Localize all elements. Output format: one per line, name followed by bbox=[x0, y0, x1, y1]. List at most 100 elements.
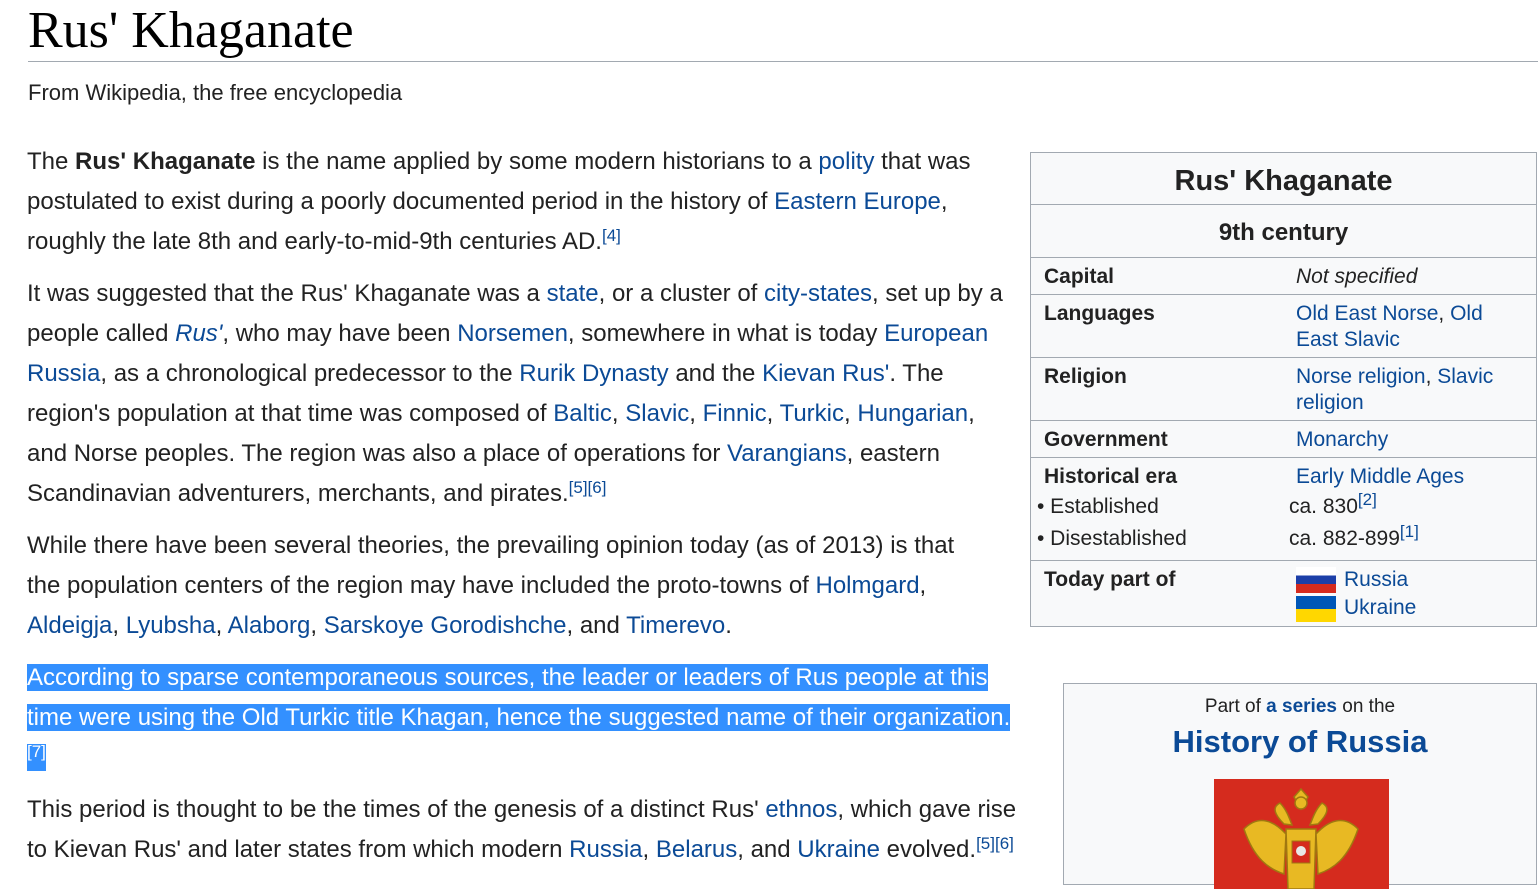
link-series[interactable]: a series bbox=[1266, 696, 1337, 717]
series-navbox: Part of a series on the History of Russi… bbox=[1063, 683, 1537, 890]
established-label: • Established bbox=[1037, 495, 1159, 518]
double-headed-eagle-icon bbox=[1243, 787, 1359, 890]
separator: , bbox=[611, 400, 626, 427]
link-russia[interactable]: Russia bbox=[569, 836, 642, 863]
ukraine-flag-icon[interactable] bbox=[1296, 595, 1336, 622]
citation-4[interactable]: [4] bbox=[602, 226, 621, 245]
series-caption: Part of a series on the bbox=[1064, 696, 1536, 718]
link-early-middle-ages[interactable]: Early Middle Ages bbox=[1296, 465, 1464, 488]
link-polity[interactable]: polity bbox=[818, 148, 874, 175]
link-holmgard[interactable]: Holmgard bbox=[816, 572, 920, 599]
separator: , bbox=[844, 400, 858, 427]
link-hungarian[interactable]: Hungarian bbox=[857, 400, 968, 427]
link-ukraine[interactable]: Ukraine bbox=[797, 836, 880, 863]
paragraph-khagan-title-selected[interactable]: According to sparse contemporaneous sour… bbox=[27, 658, 1017, 778]
link-timerevo[interactable]: Timerevo bbox=[626, 612, 725, 639]
separator: , bbox=[919, 572, 927, 599]
link-ethnos[interactable]: ethnos bbox=[765, 796, 837, 823]
citation-2[interactable]: [2] bbox=[1358, 490, 1377, 509]
separator: , bbox=[1438, 302, 1451, 325]
infobox-row-government: Government Monarchy bbox=[1031, 421, 1536, 458]
series-title: History of Russia bbox=[1064, 724, 1536, 760]
link-alaborg[interactable]: Alaborg bbox=[228, 612, 311, 639]
link-eastern-europe[interactable]: Eastern Europe bbox=[774, 188, 941, 215]
page-title: Rus' Khaganate bbox=[28, 2, 354, 59]
text: According to sparse contemporaneous sour… bbox=[27, 664, 1011, 731]
link-old-east-norse[interactable]: Old East Norse bbox=[1296, 302, 1438, 325]
disestablished-label: • Disestablished bbox=[1037, 527, 1187, 550]
link-rus[interactable]: Rus' bbox=[175, 320, 222, 347]
infobox-subtitle: 9th century bbox=[1031, 205, 1536, 258]
citation-5[interactable]: [5] bbox=[976, 834, 995, 853]
text: This period is thought to be the times o… bbox=[27, 796, 766, 823]
text: and the bbox=[668, 360, 763, 387]
citation-6[interactable]: [6] bbox=[588, 478, 607, 497]
paragraph-genesis: This period is thought to be the times o… bbox=[27, 790, 1039, 870]
text: , who may have been bbox=[222, 320, 458, 347]
link-aldeigja[interactable]: Aldeigja bbox=[27, 612, 112, 639]
link-sarskoye-gorodishche[interactable]: Sarskoye Gorodishche bbox=[324, 612, 567, 639]
separator: , bbox=[689, 400, 703, 427]
text: , somewhere in what is today bbox=[567, 320, 885, 347]
infobox-label: Religion bbox=[1044, 365, 1127, 388]
infobox-value: ca. 882-899[1] bbox=[1289, 523, 1536, 552]
citation-5[interactable]: [5] bbox=[569, 478, 588, 497]
separator: , bbox=[112, 612, 126, 639]
link-history-of-russia[interactable]: History of Russia bbox=[1173, 724, 1428, 759]
text: on the bbox=[1336, 696, 1396, 717]
text: , and bbox=[737, 836, 798, 863]
link-baltic[interactable]: Baltic bbox=[553, 400, 612, 427]
infobox-label: Capital bbox=[1044, 265, 1115, 288]
link-varangians[interactable]: Varangians bbox=[727, 440, 847, 467]
infobox-label: Languages bbox=[1044, 302, 1155, 325]
text: is the name applied by some modern histo… bbox=[255, 148, 819, 175]
infobox-row-languages: Languages Old East Norse, Old East Slavi… bbox=[1031, 295, 1536, 358]
citation-1[interactable]: [1] bbox=[1400, 522, 1419, 541]
infobox-label: Government bbox=[1044, 428, 1168, 451]
selected-text[interactable]: According to sparse contemporaneous sour… bbox=[27, 664, 1011, 771]
text: Part of bbox=[1204, 696, 1267, 717]
separator: , bbox=[310, 612, 324, 639]
link-today-ukraine[interactable]: Ukraine bbox=[1344, 596, 1416, 619]
link-norsemen[interactable]: Norsemen bbox=[457, 320, 568, 347]
text: It was suggested that the Rus' Khaganate… bbox=[27, 280, 547, 307]
established-value: ca. 830 bbox=[1289, 495, 1358, 518]
text: The bbox=[27, 148, 76, 175]
paragraph-intro: The Rus' Khaganate is the name applied b… bbox=[27, 142, 1002, 262]
infobox-value: Not specified bbox=[1296, 264, 1536, 290]
link-kievan-rus[interactable]: Kievan Rus' bbox=[762, 360, 889, 387]
separator: , bbox=[766, 400, 780, 427]
citation-6[interactable]: [6] bbox=[995, 834, 1014, 853]
article-body: The Rus' Khaganate is the name applied b… bbox=[27, 142, 1039, 882]
title-divider bbox=[28, 61, 1538, 62]
disestablished-value: ca. 882-899 bbox=[1289, 527, 1400, 550]
infobox-label: Historical era bbox=[1044, 465, 1178, 488]
link-belarus[interactable]: Belarus bbox=[656, 836, 737, 863]
citation-7[interactable]: [7] bbox=[27, 742, 46, 761]
link-rurik-dynasty[interactable]: Rurik Dynasty bbox=[519, 360, 668, 387]
link-state[interactable]: state bbox=[547, 280, 599, 307]
infobox-title: Rus' Khaganate bbox=[1031, 153, 1536, 205]
link-slavic[interactable]: Slavic bbox=[625, 400, 689, 427]
link-turkic[interactable]: Turkic bbox=[780, 400, 844, 427]
separator: , bbox=[642, 836, 656, 863]
paragraph-origins: It was suggested that the Rus' Khaganate… bbox=[27, 274, 1007, 514]
link-finnic[interactable]: Finnic bbox=[703, 400, 767, 427]
link-today-russia[interactable]: Russia bbox=[1344, 568, 1408, 591]
coat-of-arms-image[interactable] bbox=[1214, 779, 1389, 890]
infobox-row-religion: Religion Norse religion, Slavic religion bbox=[1031, 358, 1536, 421]
russia-flag-icon[interactable] bbox=[1296, 567, 1336, 594]
text: , or a cluster of bbox=[598, 280, 765, 307]
separator: , bbox=[215, 612, 228, 639]
infobox-value: Monarchy bbox=[1296, 427, 1536, 453]
separator: , bbox=[1425, 365, 1438, 388]
tagline: From Wikipedia, the free encyclopedia bbox=[28, 80, 403, 105]
text: , and bbox=[566, 612, 627, 639]
infobox: Rus' Khaganate 9th century Capital Not s… bbox=[1030, 152, 1537, 627]
link-city-states[interactable]: city-states bbox=[764, 280, 872, 307]
article-subject-bold: Rus' Khaganate bbox=[75, 148, 256, 175]
link-monarchy[interactable]: Monarchy bbox=[1296, 428, 1388, 451]
capital-value: Not specified bbox=[1296, 265, 1418, 288]
link-norse-religion[interactable]: Norse religion bbox=[1296, 365, 1426, 388]
link-lyubsha[interactable]: Lyubsha bbox=[126, 612, 216, 639]
